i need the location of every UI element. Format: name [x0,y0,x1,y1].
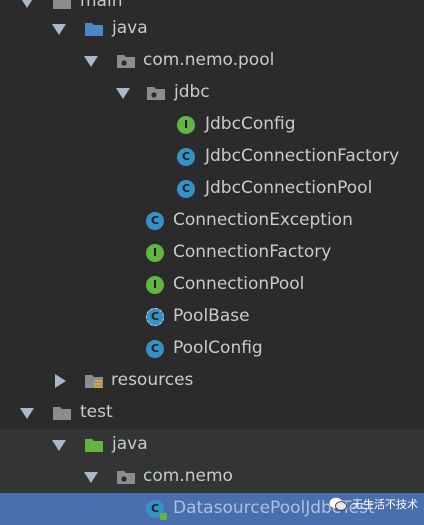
tree-item-label: ConnectionFactory [173,242,332,262]
tree-row-pool-config[interactable]: C PoolConfig [0,333,424,365]
tree-row-test[interactable]: test [0,397,424,429]
expand-arrow-icon[interactable] [52,440,66,451]
tree-row-jdbc-connection-pool[interactable]: C JdbcConnectionPool [0,173,424,205]
tree-item-label: com.nemo.pool [143,50,275,70]
tree-row-java-test[interactable]: java [0,429,424,461]
package-icon [117,55,135,68]
watermark: 无生活不技术 [329,496,418,512]
test-source-folder-icon [85,439,103,452]
tree-item-label: resources [111,370,194,390]
abstract-class-icon: C [146,308,164,326]
tree-row-jdbc-config[interactable]: I JdbcConfig [0,109,424,141]
interface-icon: I [146,276,164,294]
wechat-icon [329,497,347,511]
class-icon: C [146,212,164,230]
tree-item-label: test [80,402,113,422]
tree-row-connection-factory[interactable]: I ConnectionFactory [0,237,424,269]
resources-folder-icon [85,375,103,388]
tree-item-label: java [112,18,148,38]
tree-row-resources[interactable]: resources [0,365,424,397]
expand-arrow-icon[interactable] [116,88,130,99]
class-icon: C [177,148,195,166]
class-icon: C [146,340,164,358]
class-icon: C [177,180,195,198]
expand-arrow-icon[interactable] [84,56,98,67]
tree-row-package-nemo[interactable]: com.nemo [0,461,424,493]
tree-item-label: PoolBase [173,306,250,326]
tree-row-package-jdbc[interactable]: jdbc [0,77,424,109]
folder-icon [53,0,71,9]
tree-row-java-main[interactable]: java [0,13,424,45]
tree-row-jdbc-connection-factory[interactable]: C JdbcConnectionFactory [0,141,424,173]
expand-arrow-icon[interactable] [52,24,66,35]
tree-item-label: PoolConfig [173,338,263,358]
expand-arrow-icon[interactable] [20,408,34,419]
interface-icon: I [177,116,195,134]
tree-item-label: main [80,0,123,11]
tree-item-label: ConnectionException [173,210,353,230]
tree-item-label: JdbcConfig [205,114,296,134]
folder-icon [53,407,71,420]
tree-item-label: jdbc [174,82,210,102]
project-tree[interactable]: main java com.nemo.pool jdbc I JdbcConfi… [0,0,424,525]
package-icon [117,471,135,484]
tree-row-pool-base[interactable]: C PoolBase [0,301,424,333]
source-folder-icon [85,23,103,36]
tree-row-connection-pool[interactable]: I ConnectionPool [0,269,424,301]
tree-row-package-pool[interactable]: com.nemo.pool [0,45,424,77]
collapse-arrow-icon[interactable] [55,374,66,388]
tree-item-label: com.nemo [143,466,233,486]
tree-row-connection-exception[interactable]: C ConnectionException [0,205,424,237]
expand-arrow-icon[interactable] [84,472,98,483]
tree-item-label: JdbcConnectionFactory [205,146,400,166]
tree-item-label: java [112,434,148,454]
tree-item-label: ConnectionPool [173,274,305,294]
test-class-icon: C [146,500,167,520]
tree-item-label: JdbcConnectionPool [205,178,373,198]
package-icon [147,87,165,100]
interface-icon: I [146,244,164,262]
expand-arrow-icon[interactable] [20,0,34,8]
watermark-text: 无生活不技术 [352,498,418,511]
